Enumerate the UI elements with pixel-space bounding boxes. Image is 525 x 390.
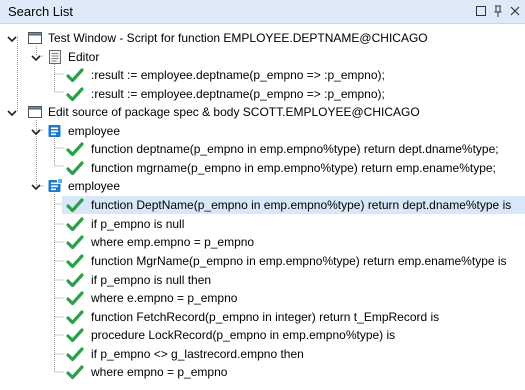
search-result-row[interactable]: procedure LockRecord(p_empno in emp.empn… — [0, 326, 525, 344]
tree-node-label: Test Window - Script for function EMPLOY… — [48, 31, 428, 45]
pin-icon[interactable] — [490, 3, 506, 19]
result-text: :result := employee.deptname(p_empno => … — [91, 68, 385, 82]
panel-title: Search List — [8, 4, 74, 19]
search-result-row[interactable]: if p_empno is null — [0, 215, 525, 233]
tree-node-label: Edit source of package spec & body SCOTT… — [48, 105, 420, 119]
checkmark-icon — [66, 234, 84, 250]
tree-node-label: employee — [68, 179, 121, 193]
checkmark-icon — [66, 364, 84, 380]
result-text: procedure LockRecord(p_empno in emp.empn… — [91, 328, 396, 342]
chevron-down-icon[interactable] — [6, 106, 18, 118]
search-result-row[interactable]: where e.empno = p_empno — [0, 289, 525, 307]
result-text: function deptname(p_empno in emp.empno%t… — [91, 142, 499, 156]
result-text: where e.empno = p_empno — [91, 291, 238, 305]
tree-node-test-window[interactable]: Test Window - Script for function EMPLOY… — [0, 29, 525, 47]
checkmark-icon — [66, 327, 84, 343]
package-spec-icon — [47, 123, 63, 139]
restore-icon[interactable] — [473, 3, 489, 19]
checkmark-icon — [66, 141, 84, 157]
search-result-row[interactable]: :result := employee.deptname(p_empno => … — [0, 66, 525, 84]
window-icon — [27, 104, 43, 120]
search-result-row[interactable]: where empno = p_empno — [0, 363, 525, 381]
search-result-row[interactable]: function deptname(p_empno in emp.empno%t… — [0, 140, 525, 158]
checkmark-icon — [66, 197, 84, 213]
search-result-row[interactable]: where emp.empno = p_empno — [0, 233, 525, 251]
tree-node-label: Editor — [68, 50, 100, 64]
tree-node-package-body[interactable]: employee — [0, 177, 525, 195]
result-text: function FetchRecord(p_empno in integer)… — [91, 310, 440, 324]
chevron-down-icon[interactable] — [6, 32, 18, 44]
checkmark-icon — [66, 290, 84, 306]
result-text: where empno = p_empno — [91, 365, 228, 379]
checkmark-icon — [66, 253, 84, 269]
chevron-down-icon[interactable] — [30, 125, 42, 137]
checkmark-icon — [66, 160, 84, 176]
search-result-row[interactable]: function MgrName(p_empno in emp.empno%ty… — [0, 252, 525, 270]
package-body-icon — [47, 178, 63, 194]
result-text: if p_empno is null — [91, 217, 185, 231]
window-icon — [27, 30, 43, 46]
result-text: if p_empno is null then — [91, 273, 212, 287]
result-text: where emp.empno = p_empno — [91, 235, 255, 249]
chevron-down-icon[interactable] — [30, 180, 42, 192]
search-result-row[interactable]: function FetchRecord(p_empno in integer)… — [0, 308, 525, 326]
search-result-row[interactable]: if p_empno is null then — [0, 271, 525, 289]
checkmark-icon — [66, 309, 84, 325]
search-result-row[interactable]: function mgrname(p_empno in emp.empno%ty… — [0, 159, 525, 177]
chevron-down-icon[interactable] — [30, 51, 42, 63]
editor-icon — [47, 49, 63, 65]
result-text: :result := employee.deptname(p_empno => … — [91, 87, 385, 101]
search-result-row-selected[interactable]: function DeptName(p_empno in emp.empno%t… — [62, 196, 525, 214]
close-icon[interactable] — [507, 3, 523, 19]
tree-node-editor[interactable]: Editor — [0, 48, 525, 66]
result-text: function mgrname(p_empno in emp.empno%ty… — [91, 161, 496, 175]
result-text: function DeptName(p_empno in emp.empno%t… — [91, 198, 512, 212]
search-results-tree: Test Window - Script for function EMPLOY… — [0, 24, 525, 390]
search-list-titlebar: Search List — [0, 0, 525, 24]
result-text: if p_empno <> g_lastrecord.empno then — [91, 347, 304, 361]
checkmark-icon — [66, 346, 84, 362]
tree-node-label: employee — [68, 124, 121, 138]
checkmark-icon — [66, 67, 84, 83]
checkmark-icon — [66, 272, 84, 288]
result-text: function MgrName(p_empno in emp.empno%ty… — [91, 254, 507, 268]
checkmark-icon — [66, 86, 84, 102]
checkmark-icon — [66, 216, 84, 232]
tree-node-package-spec[interactable]: employee — [0, 122, 525, 140]
tree-node-edit-source[interactable]: Edit source of package spec & body SCOTT… — [0, 103, 525, 121]
search-result-row[interactable]: :result := employee.deptname(p_empno => … — [0, 85, 525, 103]
search-result-row[interactable]: if p_empno <> g_lastrecord.empno then — [0, 345, 525, 363]
